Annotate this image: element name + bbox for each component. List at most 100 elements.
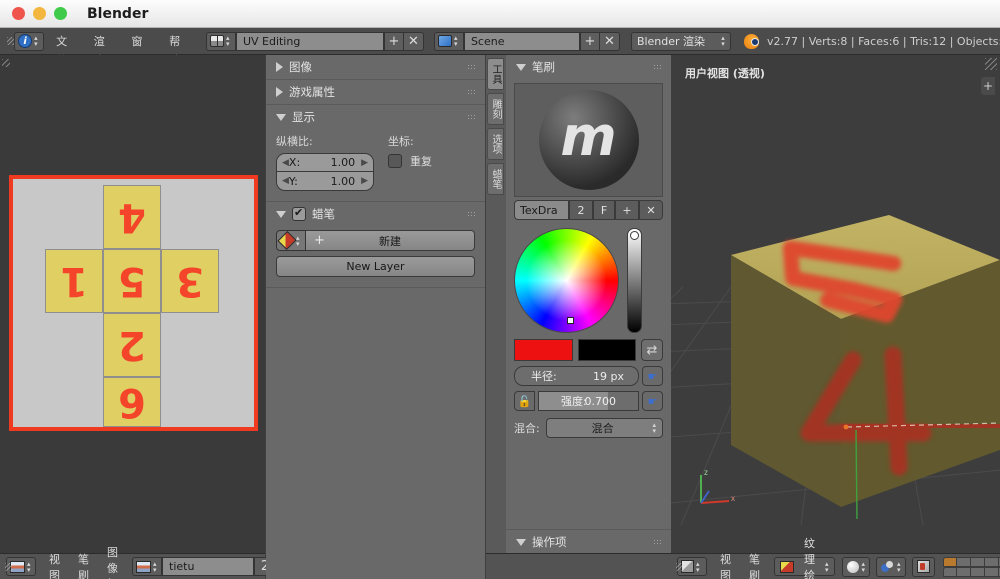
radius-row[interactable]: 半径: 19 px ☛ [514, 366, 663, 386]
uv-menu-image[interactable]: 图像* [99, 544, 126, 579]
scene-delete-button[interactable]: ✕ [600, 32, 620, 51]
area-corner-grip-icon[interactable] [2, 59, 10, 67]
layer-button[interactable] [985, 567, 999, 577]
brush-fake-user-button[interactable]: F [593, 200, 615, 220]
blend-dropdown[interactable]: 混合 ▴▾ [546, 418, 663, 438]
strength-slider[interactable]: 强度: 0.700 [538, 391, 639, 411]
scene-group[interactable]: ▴▾ Scene + ✕ [434, 32, 620, 51]
menu-render[interactable]: 渲染 [85, 32, 123, 51]
radius-slider[interactable]: 半径: 19 px [514, 366, 639, 386]
swap-colors-icon[interactable]: ⇄ [641, 339, 663, 361]
color-picker[interactable] [514, 228, 663, 333]
scene-name[interactable]: Scene [464, 32, 580, 51]
decrement-icon[interactable]: ◀ [282, 176, 289, 186]
scene-layers-grid[interactable] [943, 557, 1000, 577]
brush-remove-button[interactable]: ✕ [639, 200, 663, 220]
brush-preview[interactable]: m [514, 83, 663, 197]
screen-layout-name[interactable]: UV Editing [236, 32, 384, 51]
viewport-menu-brush[interactable]: 笔刷 [741, 551, 768, 579]
browse-image-button[interactable]: ▴▾ [132, 557, 162, 576]
panel-grease-pencil-header[interactable]: 蜡笔 [266, 202, 485, 226]
panel-display[interactable]: 显示 纵横比: ◀ X: 1.00 ▶ [266, 105, 485, 202]
screen-layout-delete-button[interactable]: ✕ [404, 32, 424, 51]
brush-datablock-row[interactable]: TexDra 2 F + ✕ [514, 200, 663, 220]
tab-sculpt[interactable]: 雕刻 [487, 93, 504, 125]
increment-icon[interactable]: ▶ [361, 176, 368, 186]
uv-menu-view[interactable]: 视图 [41, 551, 68, 579]
brush-add-button[interactable]: + [615, 200, 639, 220]
screen-layout-group[interactable]: ▴▾ UV Editing + ✕ [206, 32, 424, 51]
tab-options[interactable]: 选项 [487, 128, 504, 160]
pivot-point-dropdown[interactable]: ▴▾ [876, 557, 906, 577]
close-button[interactable] [12, 7, 25, 20]
uv-face-below[interactable]: 2 [103, 313, 161, 377]
layer-button[interactable] [957, 557, 971, 567]
render-engine-dropdown[interactable]: Blender 渲染 ▴▾ [631, 32, 731, 51]
uv-menu-brush[interactable]: 笔刷 [70, 551, 97, 579]
uv-image-canvas[interactable]: 4 1 5 3 2 6 [0, 55, 265, 553]
color-wheel[interactable] [514, 228, 619, 333]
brush-name-field[interactable]: TexDra [514, 200, 569, 220]
operator-panel[interactable]: 操作项 [506, 529, 671, 553]
uv-face-left[interactable]: 1 [45, 249, 103, 313]
strength-unlock-icon[interactable]: 🔓 [514, 391, 535, 411]
scene-add-button[interactable]: + [580, 32, 600, 51]
tab-grease-pencil[interactable]: 蜡笔 [487, 163, 504, 195]
uv-texture-image[interactable]: 4 1 5 3 2 6 [9, 175, 258, 431]
screen-layout-add-button[interactable]: + [384, 32, 404, 51]
color-swatches[interactable]: ⇄ [514, 339, 663, 361]
screen-layout-browse[interactable]: ▴▾ [206, 32, 236, 51]
panel-image-header[interactable]: 图像 [266, 55, 485, 79]
aspect-x-field[interactable]: ◀ X: 1.00 ▶ [276, 153, 374, 172]
layer-button[interactable] [943, 567, 957, 577]
brush-user-count[interactable]: 2 [569, 200, 593, 220]
layer-button[interactable] [985, 557, 999, 567]
interaction-mode-dropdown[interactable]: 纹理绘制 ▴▾ [774, 557, 835, 576]
panel-game-properties[interactable]: 游戏属性 [266, 80, 485, 105]
panel-display-header[interactable]: 显示 [266, 105, 485, 129]
grease-pencil-enable-checkbox[interactable] [292, 207, 306, 221]
value-slider[interactable] [627, 228, 642, 333]
window-controls[interactable] [12, 7, 67, 20]
color-wheel-cursor[interactable] [567, 317, 574, 324]
grease-pencil-browse-button[interactable]: ▴▾ [276, 230, 306, 251]
uv-face-center[interactable]: 5 [103, 249, 161, 313]
tab-tools[interactable]: 工具 [487, 58, 504, 90]
radius-pressure-icon[interactable]: ☛ [642, 366, 663, 386]
panel-brush-header[interactable]: 笔刷 [506, 55, 671, 79]
primary-color-swatch[interactable] [514, 339, 573, 361]
strength-row[interactable]: 🔓 强度: 0.700 ☛ [514, 391, 663, 411]
increment-icon[interactable]: ▶ [361, 158, 368, 168]
area-corner-grip-icon[interactable] [985, 58, 997, 70]
menu-help[interactable]: 帮助 [160, 32, 198, 51]
viewport-menu-view[interactable]: 视图 [712, 551, 739, 579]
panel-grease-pencil[interactable]: 蜡笔 ▴▾ + 新建 New Layer [266, 202, 485, 288]
snap-icon[interactable] [912, 557, 935, 577]
shading-mode-dropdown[interactable]: ▴▾ [842, 557, 871, 577]
layer-button[interactable] [971, 567, 985, 577]
panel-game-properties-header[interactable]: 游戏属性 [266, 80, 485, 104]
menu-window[interactable]: 窗口 [123, 32, 161, 51]
new-layer-button[interactable]: New Layer [276, 256, 475, 277]
blend-row[interactable]: 混合: 混合 ▴▾ [514, 418, 663, 438]
decrement-icon[interactable]: ◀ [282, 158, 289, 168]
secondary-color-swatch[interactable] [578, 339, 637, 361]
repeat-checkbox[interactable] [388, 154, 402, 168]
menu-file[interactable]: 文件 [47, 32, 85, 51]
editor-type-selector-info[interactable]: i ▴▾ [14, 32, 44, 51]
layer-button[interactable] [943, 557, 957, 567]
grease-pencil-new-button[interactable]: + 新建 [306, 230, 475, 251]
value-slider-knob[interactable] [630, 231, 639, 240]
maximize-button[interactable] [54, 7, 67, 20]
minimize-button[interactable] [33, 7, 46, 20]
scene-browse[interactable]: ▴▾ [434, 32, 464, 51]
viewport-toolbar-toggle-icon[interactable]: + [981, 77, 995, 95]
uv-face-bottom[interactable]: 6 [103, 377, 161, 427]
layer-button[interactable] [957, 567, 971, 577]
operator-panel-header[interactable]: 操作项 [506, 530, 671, 554]
uv-face-right[interactable]: 3 [161, 249, 219, 313]
layer-button[interactable] [971, 557, 985, 567]
viewport-3d-canvas[interactable]: 用户视图 (透视) + z x [671, 55, 1000, 553]
uv-face-top[interactable]: 4 [103, 185, 161, 249]
image-name-field[interactable]: tietu [162, 557, 254, 576]
